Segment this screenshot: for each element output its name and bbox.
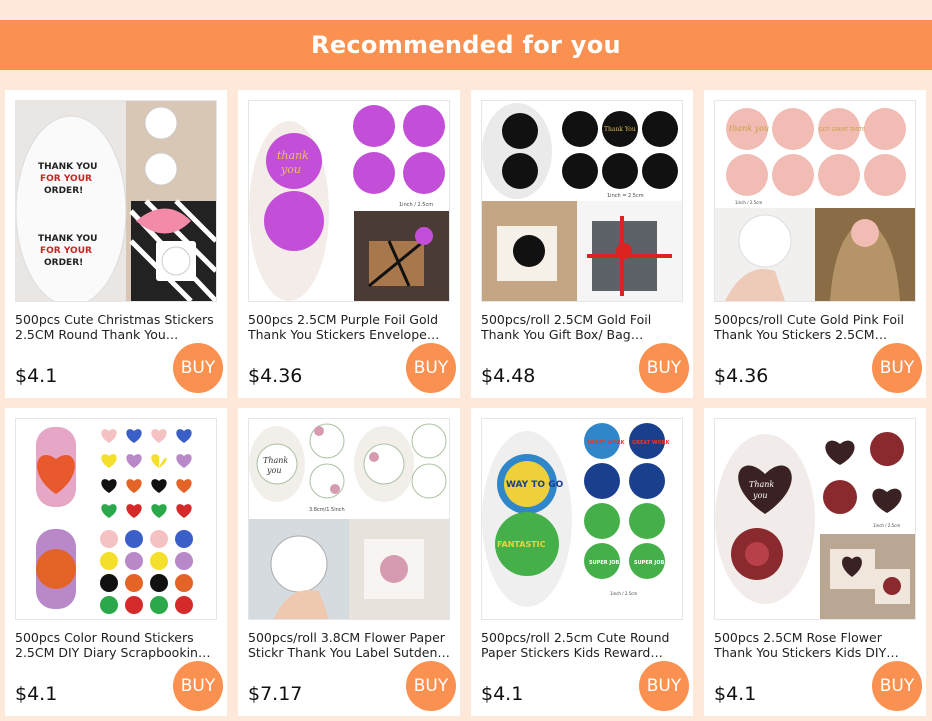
product-price: $4.1 (15, 365, 58, 387)
size-label: 1inch / 2.5cm (610, 591, 637, 596)
sticker-text: GREAT WORK (587, 440, 626, 446)
product-grid: THANK YOU FOR YOUR ORDER! THANK YOU FOR … (5, 90, 927, 716)
sticker-text: Thank (749, 480, 774, 489)
sticker-text: WAY TO GO (506, 480, 564, 490)
recommended-banner: Recommended for you (0, 20, 932, 70)
product-price: $4.36 (248, 365, 303, 387)
buy-button[interactable]: BUY (406, 343, 456, 393)
product-price: $4.36 (714, 365, 769, 387)
sticker-text: GOT GREAT TASTE (819, 127, 865, 133)
product-card[interactable]: Thank you 1inch / 2.5cm 500pcs 2.5CM Ros… (704, 408, 926, 716)
product-price: $4.48 (481, 365, 536, 387)
buy-button[interactable]: BUY (173, 661, 223, 711)
product-image[interactable]: thank you 1inch / 2.5cm (248, 100, 450, 302)
sticker-text: you (266, 466, 282, 475)
product-image[interactable]: WAY TO GO FANTASTIC GREAT WORK GREAT WOR… (481, 418, 683, 620)
product-title[interactable]: 500pcs 2.5CM Purple Foil Gold Thank You … (248, 312, 450, 342)
product-title[interactable]: 500pcs Color Round Stickers 2.5CM DIY Di… (15, 630, 217, 660)
product-card[interactable]: WAY TO GO FANTASTIC GREAT WORK GREAT WOR… (471, 408, 693, 716)
product-card[interactable]: thank you GOT GREAT TASTE 1inch / 2.5cm … (704, 90, 926, 398)
product-card[interactable]: thank you 1inch / 2.5cm 500pcs 2.5CM Pur… (238, 90, 460, 398)
size-label: 1inch / 2.5cm (873, 523, 900, 528)
size-label: 3.8cm/1.5inch (309, 507, 345, 513)
product-title[interactable]: 500pcs 2.5CM Rose Flower Thank You Stick… (714, 630, 916, 660)
product-title[interactable]: 500pcs/roll 3.8CM Flower Paper Stickr Th… (248, 630, 450, 660)
product-price: $4.1 (481, 683, 524, 705)
buy-button[interactable]: BUY (872, 343, 922, 393)
sticker-text: thank you (729, 124, 769, 133)
sticker-text: thank (277, 149, 309, 162)
sticker-text: SUPER JOB (589, 560, 619, 566)
product-image[interactable]: thank you GOT GREAT TASTE 1inch / 2.5cm (714, 100, 916, 302)
sticker-text: you (752, 491, 768, 500)
size-label: 1inch / 2.5cm (399, 202, 433, 208)
product-title[interactable]: 500pcs/roll 2.5CM Gold Foil Thank You Gi… (481, 312, 683, 342)
sticker-text: SUPER JOB (634, 560, 664, 566)
product-title[interactable]: 500pcs/roll 2.5cm Cute Round Paper Stick… (481, 630, 683, 660)
product-card[interactable]: Thank You 1inch = 2.5cm 500pcs/roll 2.5C… (471, 90, 693, 398)
sticker-text: THANK YOU (38, 234, 97, 244)
page-title: Recommended for you (311, 31, 621, 59)
product-image[interactable] (15, 418, 217, 620)
sticker-text: FANTASTIC (497, 540, 546, 549)
product-card[interactable]: 500pcs Color Round Stickers 2.5CM DIY Di… (5, 408, 227, 716)
buy-button[interactable]: BUY (639, 343, 689, 393)
sticker-text: FOR YOUR (40, 174, 92, 184)
product-title[interactable]: 500pcs Cute Christmas Stickers 2.5CM Rou… (15, 312, 217, 342)
product-card[interactable]: THANK YOU FOR YOUR ORDER! THANK YOU FOR … (5, 90, 227, 398)
sticker-text: Thank You (604, 126, 636, 133)
buy-button[interactable]: BUY (173, 343, 223, 393)
product-price: $4.1 (714, 683, 757, 705)
product-image[interactable]: THANK YOU FOR YOUR ORDER! THANK YOU FOR … (15, 100, 217, 302)
sticker-text: GREAT WORK (632, 440, 671, 446)
product-title[interactable]: 500pcs/roll Cute Gold Pink Foil Thank Yo… (714, 312, 916, 342)
product-card[interactable]: Thank you 3.8cm/1.5inch 500pcs/roll 3.8C… (238, 408, 460, 716)
sticker-text: ORDER! (44, 258, 83, 268)
sticker-text: you (280, 163, 301, 176)
product-image[interactable]: Thank you 3.8cm/1.5inch (248, 418, 450, 620)
sticker-text: ORDER! (44, 186, 83, 196)
product-price: $7.17 (248, 683, 303, 705)
buy-button[interactable]: BUY (406, 661, 456, 711)
sticker-text: FOR YOUR (40, 246, 92, 256)
size-label: 1inch / 2.5cm (735, 200, 762, 205)
buy-button[interactable]: BUY (872, 661, 922, 711)
product-price: $4.1 (15, 683, 58, 705)
sticker-text: THANK YOU (38, 162, 97, 172)
size-label: 1inch = 2.5cm (607, 193, 644, 199)
buy-button[interactable]: BUY (639, 661, 689, 711)
sticker-text: Thank (263, 456, 288, 465)
product-image[interactable]: Thank You 1inch = 2.5cm (481, 100, 683, 302)
product-image[interactable]: Thank you 1inch / 2.5cm (714, 418, 916, 620)
